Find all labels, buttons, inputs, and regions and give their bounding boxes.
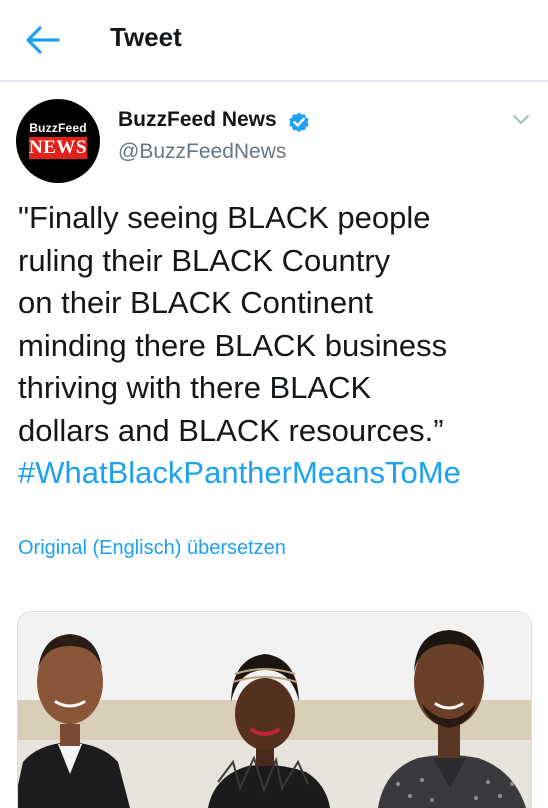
- hashtag-link[interactable]: #WhatBlackPantherMeansToMe: [18, 452, 533, 495]
- author-handle[interactable]: @BuzzFeedNews: [118, 140, 286, 164]
- tweet-text: "Finally seeing BLACK people ruling thei…: [18, 197, 533, 495]
- tweet-text-line: minding there BLACK business: [18, 327, 448, 363]
- page-title: Tweet: [110, 22, 182, 52]
- tweet-text-line: thriving with there BLACK: [18, 370, 372, 405]
- chevron-down-icon[interactable]: [510, 108, 532, 130]
- translate-link[interactable]: Original (Englisch) übersetzen: [18, 537, 286, 560]
- tweet-text-line: "Finally seeing BLACK people: [18, 200, 431, 235]
- avatar-logo-badge: NEWS: [29, 137, 87, 159]
- tweet-text-line: dollars and BLACK resources.”: [18, 412, 444, 448]
- arrow-left-icon[interactable]: [22, 24, 62, 56]
- avatar[interactable]: BuzzFeed NEWS: [16, 99, 100, 183]
- photo-illustration: [18, 612, 531, 808]
- tweet-text-line: ruling their BLACK Country: [18, 242, 391, 278]
- author-name[interactable]: BuzzFeed News: [118, 108, 277, 132]
- avatar-logo-text: BuzzFeed: [29, 121, 87, 135]
- tweet-text-line: on their BLACK Continent: [18, 285, 373, 320]
- verified-badge-icon: [289, 112, 309, 133]
- top-bar: Tweet: [0, 0, 548, 82]
- tweet-photo[interactable]: [17, 611, 532, 808]
